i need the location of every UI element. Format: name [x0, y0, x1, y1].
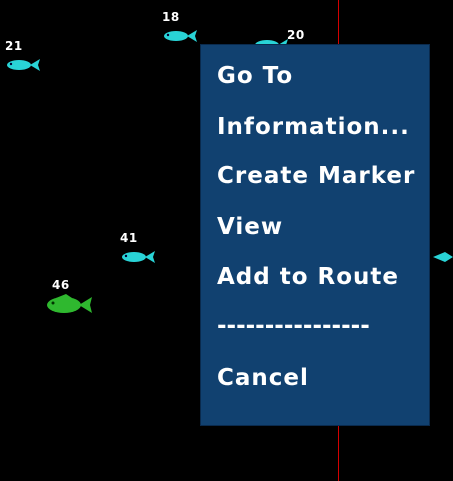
fish-icon	[164, 30, 197, 42]
fish-depth-label: 21	[5, 39, 23, 53]
menu-item-create-marker[interactable]: Create Marker	[217, 163, 415, 189]
fish-depth-label: 18	[162, 10, 180, 24]
fish-target-18[interactable]	[161, 27, 199, 45]
fish-depth-label: 46	[52, 278, 70, 292]
fish-depth-label: 41	[120, 231, 138, 245]
fish-depth-label: 20	[287, 28, 305, 42]
menu-item-cancel[interactable]: Cancel	[217, 365, 309, 391]
menu-separator: ----------------	[217, 313, 370, 339]
menu-item-view[interactable]: View	[217, 214, 283, 240]
fish-target-41[interactable]	[119, 248, 157, 266]
fish-target-partial[interactable]	[431, 250, 453, 264]
fish-icon	[47, 294, 92, 313]
menu-item-information[interactable]: Information...	[217, 114, 410, 140]
fish-icon	[433, 252, 453, 262]
fish-icon	[122, 251, 155, 263]
menu-item-add-to-route[interactable]: Add to Route	[217, 264, 399, 290]
sonar-screen[interactable]: 21 18 20 41 46 Go To Information... Crea…	[0, 0, 453, 481]
fish-target-46[interactable]	[44, 292, 94, 318]
fish-icon	[7, 59, 40, 71]
fish-target-21[interactable]	[4, 56, 42, 74]
context-menu: Go To Information... Create Marker View …	[200, 44, 430, 426]
menu-item-go-to[interactable]: Go To	[217, 63, 293, 89]
